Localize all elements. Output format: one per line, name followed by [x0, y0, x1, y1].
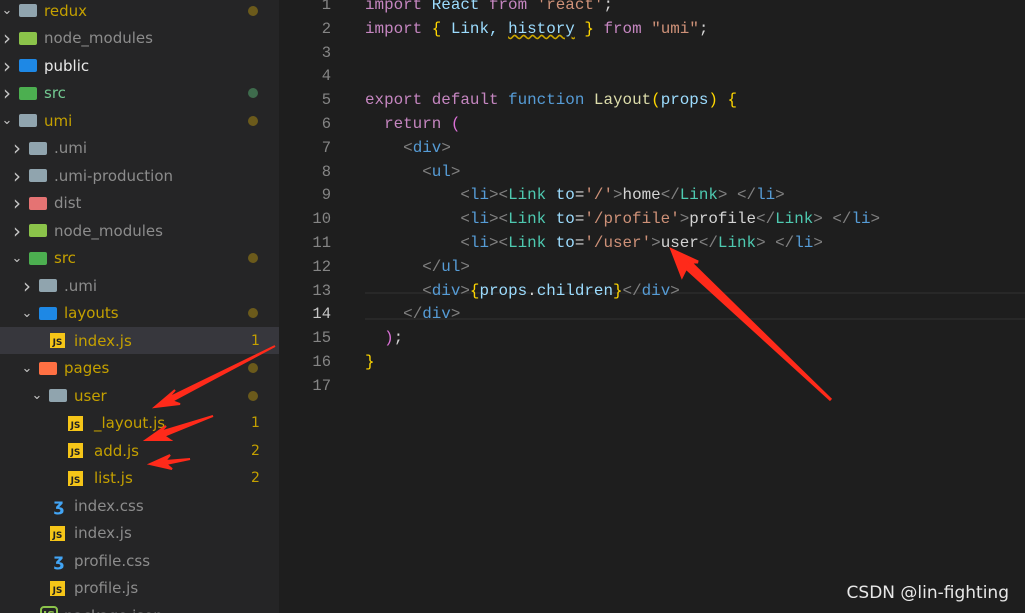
arrow-user — [669, 247, 833, 402]
arrow-layout — [151, 345, 276, 409]
arrow-list — [146, 454, 191, 470]
watermark: CSDN @lin-fighting — [846, 583, 1009, 603]
arrow-add — [142, 415, 214, 441]
annotation-arrows — [142, 247, 833, 470]
